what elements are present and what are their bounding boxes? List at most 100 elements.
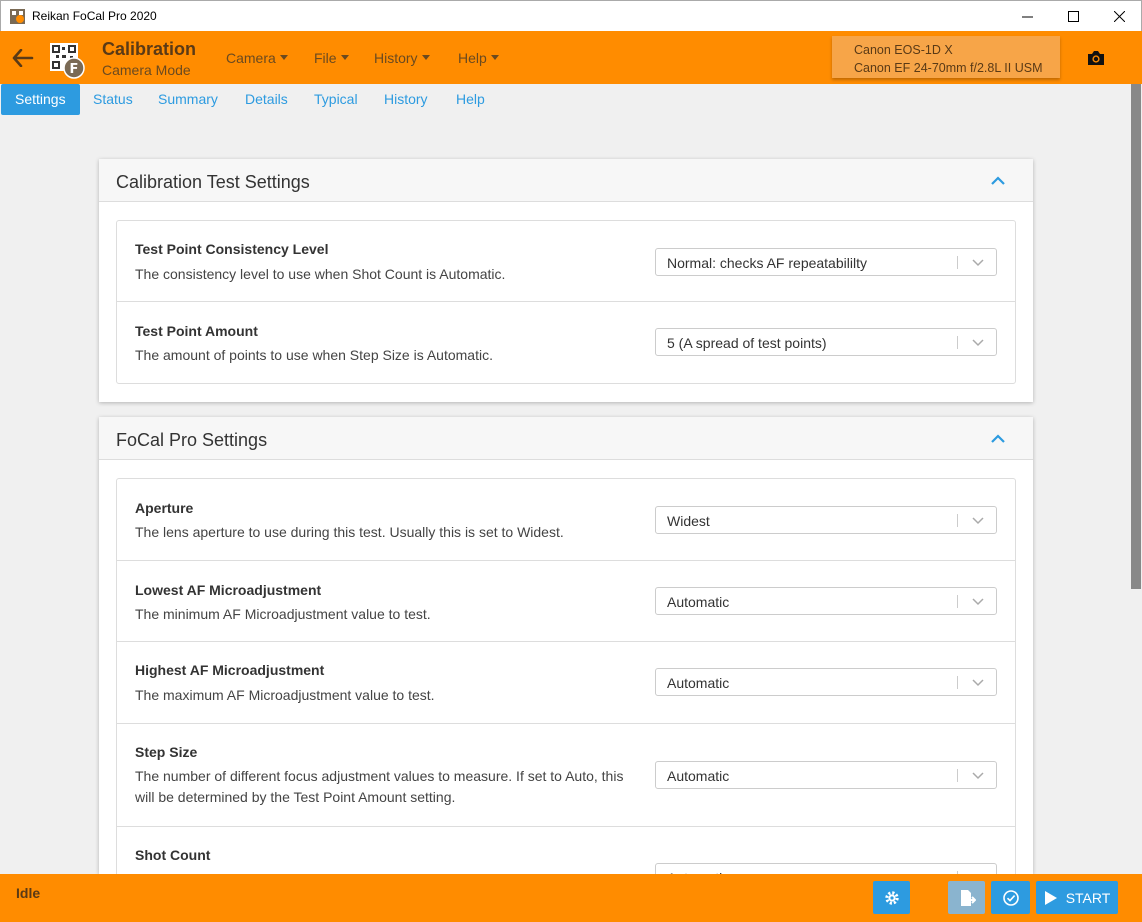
setting-description: The maximum AF Microadjustment value to …: [135, 687, 435, 703]
close-button[interactable]: [1096, 1, 1142, 32]
tab-summary[interactable]: Summary: [144, 84, 232, 115]
setting-row: Test Point Consistency Level The consist…: [117, 221, 1015, 302]
settings-group: Aperture The lens aperture to use during…: [116, 478, 1016, 898]
select-value: Normal: checks AF repeatabililty: [667, 255, 867, 271]
chevron-down-icon: [972, 517, 984, 525]
tab-details[interactable]: Details: [231, 84, 302, 115]
maximize-button[interactable]: [1050, 1, 1096, 32]
menu-file[interactable]: File: [314, 50, 349, 66]
card-title: FoCal Pro Settings: [116, 430, 268, 450]
file-export-icon: [960, 889, 976, 906]
focal-logo-icon: F: [50, 43, 85, 79]
camera-body-label: Canon EOS-1D X: [854, 43, 953, 57]
menu-camera-label: Camera: [226, 50, 276, 66]
menu-help-label: Help: [458, 50, 487, 66]
setting-row: Lowest AF Microadjustment The minimum AF…: [117, 561, 1015, 642]
select-separator: [957, 256, 958, 269]
menu-history[interactable]: History: [374, 50, 430, 66]
menu-file-label: File: [314, 50, 337, 66]
chevron-down-icon: [972, 598, 984, 606]
setting-label: Highest AF Microadjustment: [135, 662, 325, 678]
chevron-up-icon[interactable]: [991, 176, 1005, 185]
card-header[interactable]: FoCal Pro Settings: [99, 417, 1033, 460]
chevron-up-icon[interactable]: [991, 434, 1005, 443]
minimize-button[interactable]: [1004, 1, 1050, 32]
calibration-settings-card: Calibration Test Settings Test Point Con…: [99, 159, 1033, 402]
page-title: Calibration: [102, 39, 197, 59]
camera-icon[interactable]: [1086, 50, 1106, 66]
setting-label: Step Size: [135, 744, 198, 760]
maximize-icon: [1067, 11, 1079, 22]
back-arrow-icon[interactable]: [12, 49, 34, 67]
highest-af-microadjustment-select[interactable]: Automatic: [655, 668, 997, 696]
caret-down-icon: [421, 55, 430, 60]
select-separator: [957, 676, 958, 689]
tab-history[interactable]: History: [370, 84, 442, 115]
caret-down-icon: [490, 55, 499, 60]
menu-help[interactable]: Help: [458, 50, 499, 66]
caret-down-icon: [340, 55, 349, 60]
check-circle-icon: [1002, 889, 1019, 906]
setting-label: Lowest AF Microadjustment: [135, 582, 322, 598]
chevron-down-icon: [972, 339, 984, 347]
window-titlebar: Reikan FoCal Pro 2020: [0, 0, 1142, 31]
window-title: Reikan FoCal Pro 2020: [32, 9, 157, 23]
lowest-af-microadjustment-select[interactable]: Automatic: [655, 587, 997, 615]
setting-row: Highest AF Microadjustment The maximum A…: [117, 642, 1015, 724]
camera-info-panel[interactable]: Canon EOS-1D X Canon EF 24-70mm f/2.8L I…: [832, 36, 1060, 78]
settings-button[interactable]: [873, 881, 910, 914]
vertical-scrollbar[interactable]: [1130, 84, 1142, 874]
minimize-icon: [1021, 16, 1033, 18]
setting-description: The minimum AF Microadjustment value to …: [135, 606, 431, 622]
select-value: Automatic: [667, 675, 730, 691]
test-point-amount-select[interactable]: 5 (A spread of test points): [655, 328, 997, 356]
chevron-down-icon: [972, 772, 984, 780]
close-icon: [1113, 11, 1125, 22]
tab-settings[interactable]: Settings: [1, 84, 80, 115]
step-size-select[interactable]: Automatic: [655, 761, 997, 789]
aperture-select[interactable]: Widest: [655, 506, 997, 534]
focal-pro-settings-card: FoCal Pro Settings Aperture The lens ape…: [99, 417, 1033, 898]
setting-row: Step Size The number of different focus …: [117, 724, 1015, 827]
page-subtitle: Camera Mode: [102, 62, 191, 78]
setting-row: Aperture The lens aperture to use during…: [117, 479, 1015, 561]
verify-button[interactable]: [991, 881, 1030, 914]
setting-label: Shot Count: [135, 847, 211, 863]
setting-label: Test Point Amount: [135, 323, 258, 339]
menu-history-label: History: [374, 50, 418, 66]
setting-description: The consistency level to use when Shot C…: [135, 266, 506, 282]
svg-text:F: F: [70, 62, 79, 77]
setting-row: Test Point Amount The amount of points t…: [117, 302, 1015, 383]
setting-description: The lens aperture to use during this tes…: [135, 524, 564, 540]
start-button-label: START: [1065, 889, 1111, 906]
gear-icon: [884, 890, 899, 905]
tab-help[interactable]: Help: [442, 84, 499, 115]
tab-status[interactable]: Status: [79, 84, 147, 115]
scrollbar-thumb[interactable]: [1131, 84, 1141, 589]
select-separator: [957, 595, 958, 608]
tab-typical[interactable]: Typical: [300, 84, 372, 115]
setting-description: The amount of points to use when Step Si…: [135, 347, 493, 363]
select-value: Automatic: [667, 594, 730, 610]
setting-label: Test Point Consistency Level: [135, 241, 329, 257]
consistency-level-select[interactable]: Normal: checks AF repeatabililty: [655, 248, 997, 276]
play-icon: [1044, 890, 1057, 905]
select-value: 5 (A spread of test points): [667, 335, 827, 351]
card-header[interactable]: Calibration Test Settings: [99, 159, 1033, 202]
app-icon: [10, 9, 25, 24]
setting-label: Aperture: [135, 500, 194, 516]
select-value: Widest: [667, 513, 710, 529]
settings-group: Test Point Consistency Level The consist…: [116, 220, 1016, 384]
export-button[interactable]: [948, 881, 985, 914]
tab-bar: Settings Status Summary Details Typical …: [0, 84, 1142, 116]
caret-down-icon: [279, 55, 288, 60]
status-bar: Idle START: [0, 874, 1142, 922]
status-text: Idle: [16, 885, 41, 901]
start-button[interactable]: START: [1036, 881, 1118, 914]
app-header: F Calibration Camera Mode Camera File Hi…: [0, 31, 1142, 84]
select-value: Automatic: [667, 768, 730, 784]
menu-camera[interactable]: Camera: [226, 50, 288, 66]
select-separator: [957, 336, 958, 349]
select-separator: [957, 514, 958, 527]
chevron-down-icon: [972, 679, 984, 687]
